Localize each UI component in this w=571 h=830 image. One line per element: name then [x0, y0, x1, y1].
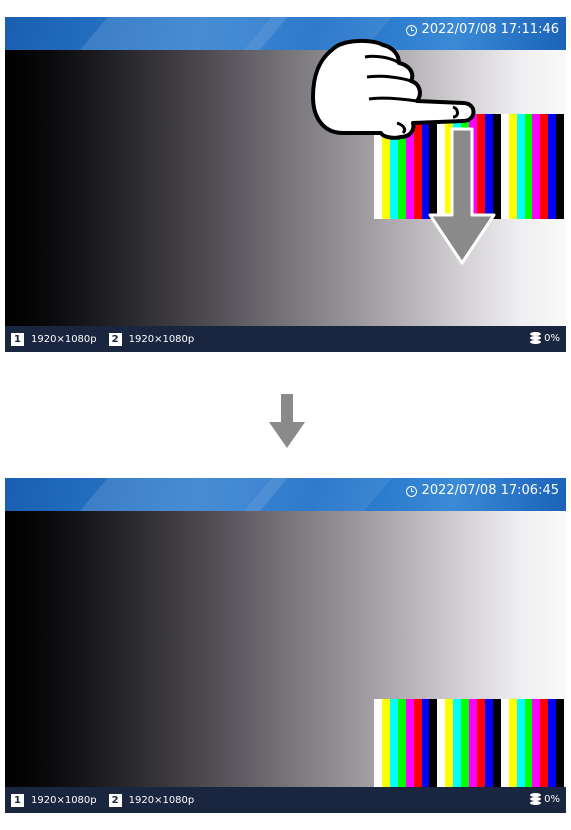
database-icon — [530, 332, 542, 344]
status-footer: 1 1920×1080p 2 1920×1080p 0% — [5, 787, 566, 813]
channel-2-resolution: 1920×1080p — [128, 333, 195, 345]
arrow-down-icon — [269, 394, 305, 448]
color-bar-stripe — [540, 114, 549, 219]
color-bar-stripe — [516, 114, 525, 219]
swipe-arrow-down-icon — [428, 127, 496, 265]
database-icon — [530, 793, 542, 805]
color-bar-stripe — [532, 114, 541, 219]
storage-indicator: 0% — [530, 332, 560, 344]
color-bar-stripe — [500, 114, 509, 219]
channel-1-resolution: 1920×1080p — [31, 794, 97, 806]
channel-2-badge: 2 — [108, 793, 122, 807]
channel-2-resolution: 1920×1080p — [128, 794, 195, 806]
storage-percent: 0% — [544, 793, 560, 805]
status-footer: 1 1920×1080p 2 1920×1080p 0% — [5, 326, 566, 352]
hand-pointer-icon — [311, 38, 476, 140]
color-bar-stripe — [556, 114, 565, 219]
channel-1-resolution: 1920×1080p — [31, 333, 97, 345]
channel-1-badge: 1 — [11, 793, 24, 807]
storage-indicator: 0% — [530, 793, 560, 805]
color-bar-stripe — [524, 114, 533, 219]
camera-screen-before: 2022/07/08 17:11:46 1 1920×1080p 2 1920×… — [5, 17, 566, 352]
clock-icon — [405, 485, 417, 497]
storage-percent: 0% — [544, 332, 560, 344]
clock-icon — [405, 24, 417, 36]
color-bar-stripe — [508, 114, 517, 219]
camera-screen-after: 2022/07/08 17:06:45 1 1920×1080p 2 1920×… — [5, 478, 566, 813]
channel-2-badge: 2 — [108, 332, 122, 346]
status-header: 2022/07/08 17:06:45 — [5, 478, 566, 511]
channel-1-badge: 1 — [11, 332, 24, 346]
datetime-display: 2022/07/08 17:06:45 — [405, 482, 559, 500]
datetime-text: 2022/07/08 17:06:45 — [421, 483, 559, 498]
live-view-area[interactable] — [5, 511, 566, 804]
color-bar-stripe — [548, 114, 557, 219]
